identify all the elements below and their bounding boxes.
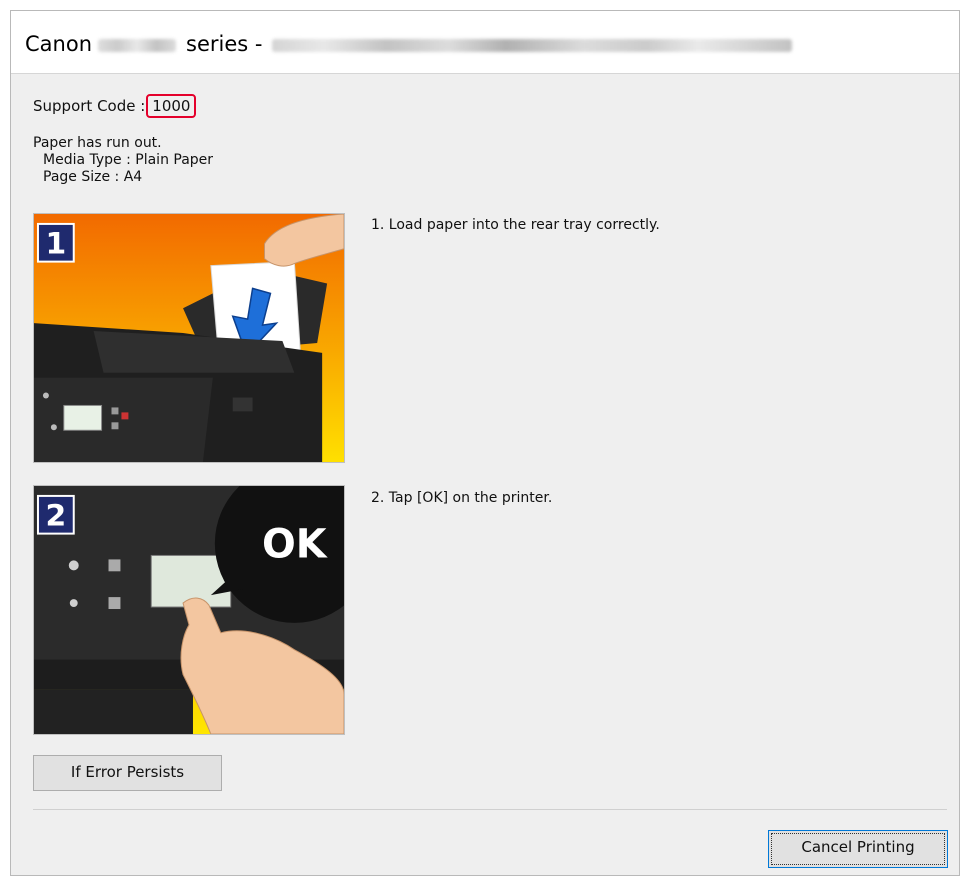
printer-ok-button-illustration: OK 2 [34, 486, 344, 734]
if-error-persists-button[interactable]: If Error Persists [33, 755, 222, 791]
support-code-label: Support Code : [33, 97, 146, 115]
redacted-model-name [98, 38, 176, 52]
title-series: series - [186, 32, 263, 56]
cancel-printing-label: Cancel Printing [801, 838, 915, 856]
media-type-line: Media Type : Plain Paper [43, 152, 214, 168]
redacted-printer-name [272, 38, 793, 52]
title-brand: Canon [25, 32, 92, 56]
error-dialog: Canon series - Support Code :1000 Paper h… [10, 10, 960, 876]
divider [33, 809, 947, 810]
step2-badge: 2 [45, 499, 66, 534]
cancel-printing-button[interactable]: Cancel Printing [768, 830, 948, 868]
support-code-row: Support Code :1000 [33, 94, 197, 118]
error-headline: Paper has run out. [33, 135, 162, 151]
step2-illustration: OK 2 [33, 485, 345, 735]
step1-badge: 1 [45, 227, 66, 262]
step1-text: 1. Load paper into the rear tray correct… [371, 217, 660, 233]
ok-callout-text: OK [262, 521, 328, 567]
printer-load-paper-illustration: 1 [34, 214, 344, 462]
support-code-value: 1000 [146, 94, 197, 118]
step1-illustration: 1 [33, 213, 345, 463]
step2-text: 2. Tap [OK] on the printer. [371, 490, 553, 506]
title-bar: Canon series - [11, 11, 959, 74]
window-title: Canon series - [25, 32, 793, 56]
error-message: Paper has run out. Media Type : Plain Pa… [33, 135, 213, 186]
page-size-line: Page Size : A4 [43, 169, 143, 185]
